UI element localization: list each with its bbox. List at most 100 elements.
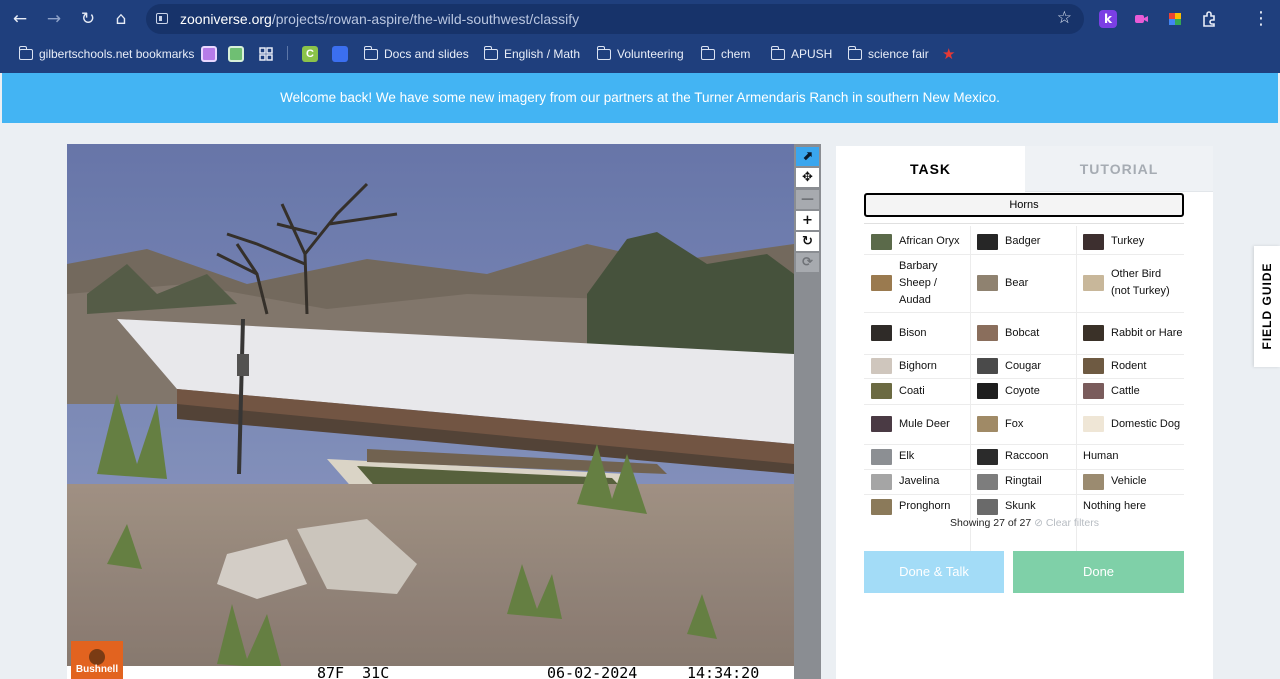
choice-raccoon[interactable]: Raccoon (977, 444, 1077, 469)
bookmark-folder-docs[interactable]: Docs and slides (363, 45, 469, 63)
red-star-icon: ★ (942, 45, 956, 63)
bookmark-green-app[interactable] (228, 45, 244, 63)
choice-fox[interactable]: Fox (977, 404, 1077, 444)
bookmark-folder-chem[interactable]: chem (700, 45, 751, 63)
extension-camera-icon[interactable] (1132, 10, 1150, 28)
url-text[interactable]: zooniverse.org/projects/rowan-aspire/the… (180, 11, 579, 27)
site-info-icon[interactable] (156, 13, 168, 24)
choice-barbary-sheep-audad[interactable]: Barbary Sheep / Audad (871, 254, 966, 312)
url-host: zooniverse.org (180, 11, 272, 27)
extension-puzzle-color-icon[interactable] (1166, 10, 1184, 28)
bookmark-c-app[interactable]: C (302, 45, 318, 63)
back-icon[interactable]: ← (9, 8, 31, 30)
choice-label: Rodent (1111, 359, 1147, 372)
choice-vehicle[interactable]: Vehicle (1083, 469, 1183, 494)
choice-label: African Oryx (899, 235, 960, 247)
folder-icon (847, 45, 862, 60)
choice-elk[interactable]: Elk (871, 444, 966, 469)
bookmark-folder-apush[interactable]: APUSH (770, 45, 833, 63)
bookmark-star-icon[interactable]: ☆ (1057, 8, 1072, 28)
choice-cattle[interactable]: Cattle (1083, 378, 1183, 404)
bookmark-label: gilbertschools.net bookmarks (39, 47, 195, 61)
species-thumbnail (871, 233, 892, 250)
choice-skunk[interactable]: Skunk (977, 494, 1077, 519)
species-thumbnail (1083, 275, 1104, 291)
c-app-icon: C (302, 46, 318, 62)
choice-human[interactable]: Human (1083, 444, 1183, 469)
choice-other-bird-not-turkey[interactable]: Other Bird (not Turkey) (1083, 254, 1183, 312)
field-guide-tab[interactable]: FIELD GUIDE (1254, 246, 1280, 367)
bookmark-gilbertschools[interactable]: gilbertschools.net bookmarks (18, 45, 195, 63)
choice-coati[interactable]: Coati (871, 378, 966, 404)
bookmark-folder-volunteering[interactable]: Volunteering (596, 45, 684, 63)
bookmarks-bar: gilbertschools.net bookmarks C Docs and … (0, 40, 1280, 68)
choice-bobcat[interactable]: Bobcat (977, 312, 1077, 354)
rotate-icon[interactable]: ↻ (796, 232, 819, 251)
choice-coyote[interactable]: Coyote (977, 378, 1077, 404)
choice-rodent[interactable]: Rodent (1083, 354, 1183, 378)
choice-bighorn[interactable]: Bighorn (871, 354, 966, 378)
image-toolbar: ⬈ ✥ — + ↻ ⟳ (794, 144, 821, 679)
trail-camera-photo (67, 144, 794, 679)
grid-icon (259, 47, 273, 61)
filter-horns-button[interactable]: Horns (864, 193, 1184, 217)
bookmark-blue-app[interactable] (332, 45, 348, 63)
clear-filters-label: Clear filters (1045, 517, 1099, 529)
choice-african-oryx[interactable]: African Oryx (871, 229, 966, 254)
choice-label: Other Bird (not Turkey) (1111, 268, 1170, 297)
done-and-talk-button[interactable]: Done & Talk (864, 551, 1004, 593)
reload-icon[interactable]: ↻ (77, 8, 99, 30)
bookmark-folder-english[interactable]: English / Math (483, 45, 580, 63)
choice-javelina[interactable]: Javelina (871, 469, 966, 494)
tab-tutorial[interactable]: TUTORIAL (1025, 146, 1213, 192)
reset-icon[interactable]: ⟳ (796, 253, 819, 272)
managed-folder-icon (18, 45, 33, 60)
species-thumbnail (871, 358, 892, 374)
pointer-icon[interactable]: ⬈ (796, 147, 819, 166)
species-thumbnail (1083, 233, 1104, 250)
bookmark-purple-app[interactable] (201, 45, 217, 63)
choice-rabbit-or-hare[interactable]: Rabbit or Hare (1083, 312, 1183, 354)
choice-cougar[interactable]: Cougar (977, 354, 1077, 378)
bookmark-label: chem (721, 47, 751, 61)
choice-label: Bighorn (899, 359, 937, 372)
zoom-out-icon[interactable]: — (796, 190, 819, 209)
choice-nothing-here[interactable]: Nothing here (1083, 494, 1183, 519)
extensions-icon[interactable] (1200, 10, 1218, 28)
extension-k-icon[interactable]: k (1099, 10, 1117, 28)
subject-image[interactable]: Bushnell 87F 31C 06-02-2024 14:34:20 (67, 144, 794, 679)
camera-brand-logo: Bushnell (75, 664, 119, 675)
choice-ringtail[interactable]: Ringtail (977, 469, 1077, 494)
forward-icon[interactable]: → (43, 8, 65, 30)
tab-task[interactable]: TASK (836, 146, 1025, 192)
app-purple-icon (201, 46, 217, 62)
folder-icon (363, 45, 378, 60)
address-bar[interactable]: zooniverse.org/projects/rowan-aspire/the… (146, 4, 1084, 34)
bookmark-folder-sciencefair[interactable]: science fair (847, 45, 929, 63)
home-icon[interactable]: ⌂ (110, 8, 132, 30)
app-blue-icon (332, 46, 348, 62)
species-thumbnail (871, 275, 892, 291)
choice-turkey[interactable]: Turkey (1083, 229, 1183, 254)
species-thumbnail (977, 473, 998, 490)
choice-badger[interactable]: Badger (977, 229, 1077, 254)
choice-domestic-dog[interactable]: Domestic Dog (1083, 404, 1183, 444)
bookmark-label: APUSH (791, 47, 833, 61)
choice-bear[interactable]: Bear (977, 254, 1077, 312)
bookmark-grid-app[interactable] (258, 45, 274, 63)
camera-temperature: 87F 31C (317, 664, 390, 679)
done-button[interactable]: Done (1013, 551, 1184, 593)
clear-filters-link[interactable]: ⊘ Clear filters (1034, 517, 1099, 529)
bookmark-label: Docs and slides (384, 47, 469, 61)
species-thumbnail (871, 416, 892, 432)
choice-label: Bear (1005, 276, 1029, 289)
move-icon[interactable]: ✥ (796, 168, 819, 187)
bookmark-star-app[interactable]: ★ (942, 45, 955, 63)
species-thumbnail (871, 325, 892, 341)
zoom-in-icon[interactable]: + (796, 211, 819, 230)
browser-menu-icon[interactable]: ⋮ (1252, 8, 1270, 29)
choice-mule-deer[interactable]: Mule Deer (871, 404, 966, 444)
choice-label: Pronghorn (899, 500, 951, 512)
choice-bison[interactable]: Bison (871, 312, 966, 354)
choice-pronghorn[interactable]: Pronghorn (871, 494, 966, 519)
